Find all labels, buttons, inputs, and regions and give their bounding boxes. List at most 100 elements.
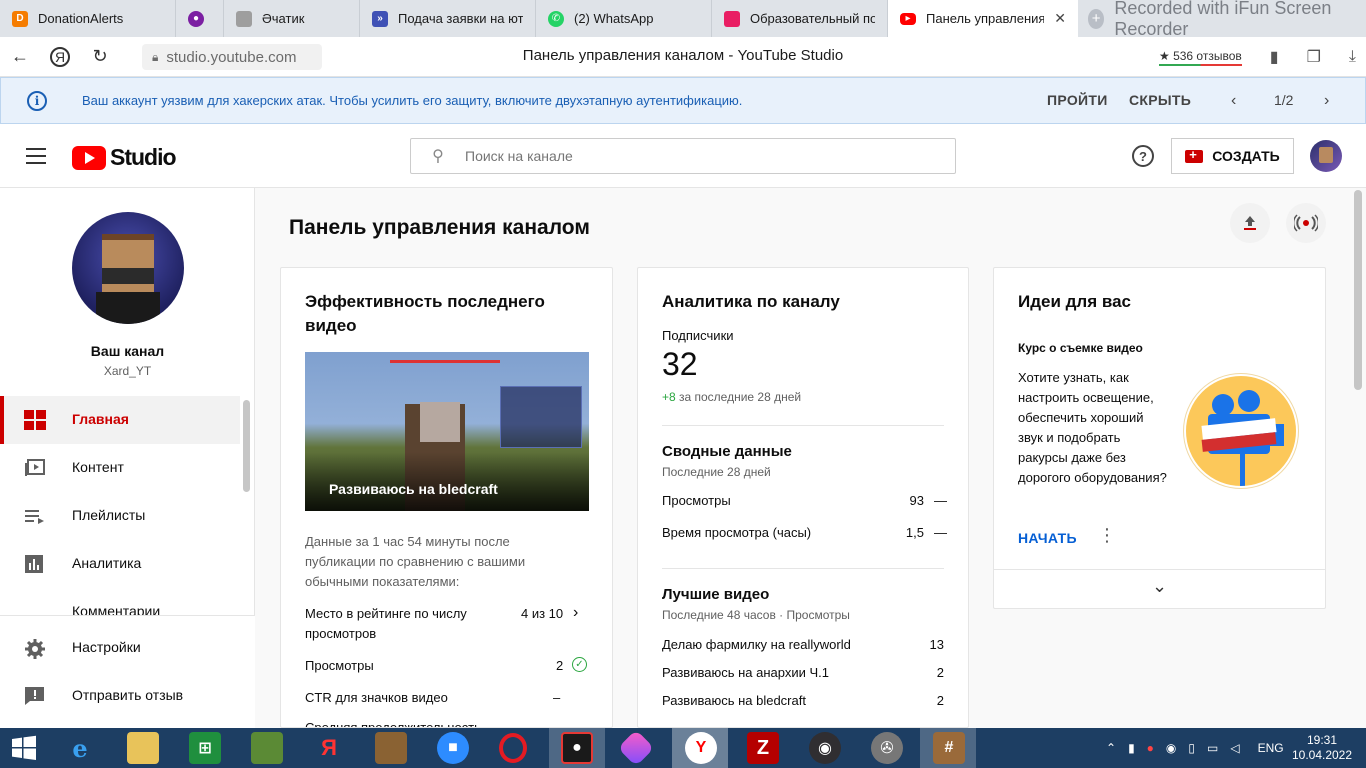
reload-icon[interactable]: ↻ (80, 37, 120, 77)
clock-time: 19:31 (1306, 733, 1338, 747)
youtube-logo-icon (72, 145, 106, 170)
page-scrollbar[interactable] (1354, 190, 1362, 390)
tab-application[interactable]: » Подача заявки на юту (360, 0, 536, 37)
avg-duration-label: Средняя продолжительность (305, 720, 481, 728)
game-launcher-icon[interactable] (375, 732, 407, 764)
volume-icon[interactable]: ◁ (1230, 741, 1239, 755)
menu-icon[interactable] (26, 148, 46, 164)
rank-label: Место в рейтинге по числу просмотров (305, 606, 467, 641)
dashboard-icon (24, 410, 46, 430)
avatar[interactable] (1310, 140, 1342, 172)
filezilla-icon[interactable]: Z (747, 732, 779, 764)
top-video-views: 13 (929, 637, 944, 652)
tab-donationalerts[interactable]: D DonationAlerts (0, 0, 176, 37)
start-course-button[interactable]: НАЧАТЬ (1018, 530, 1077, 546)
edu-icon (724, 10, 740, 27)
whatsapp-icon: ✆ (548, 10, 564, 27)
youtube-icon: ▸ (900, 12, 916, 25)
new-tab-area: + Recorded with iFun Screen Recorder (1078, 0, 1366, 39)
bookmark-icon[interactable]: ▮ (1270, 47, 1279, 67)
tab-youtube-studio[interactable]: ▸ Панель управления ✕ (888, 0, 1078, 37)
channel-avatar[interactable] (72, 212, 184, 324)
chevron-right-icon[interactable]: › (573, 604, 578, 622)
search-box: ⚲ (410, 138, 956, 174)
sidebar-scrollbar[interactable] (243, 400, 250, 492)
windows-start-icon[interactable] (8, 732, 40, 764)
top-video-title[interactable]: Делаю фармилку на reallyworld (662, 637, 851, 652)
banner-go-button[interactable]: ПРОЙТИ (1047, 92, 1108, 108)
search-input[interactable] (465, 148, 955, 164)
minecraft-icon[interactable] (251, 732, 283, 764)
tab-label: Панель управления (926, 11, 1045, 26)
sidebar-item-label: Плейлисты (72, 507, 146, 523)
thumbnail-title: Развиваюсь на bledcraft (329, 481, 498, 497)
chevron-left-icon[interactable]: ‹ (1231, 92, 1236, 110)
tab-label: Образовательный пор (750, 11, 875, 26)
yandex-browser-icon[interactable]: Я (313, 732, 345, 764)
top-video-title[interactable]: Развиваюсь на анархии Ч.1 (662, 665, 829, 680)
obs-icon[interactable]: ◉ (809, 732, 841, 764)
network-icon[interactable]: ▮ (1128, 741, 1135, 755)
close-icon[interactable]: ✕ (1054, 10, 1066, 27)
top-videos-title: Лучшие видео (662, 586, 770, 603)
new-tab-button[interactable]: + (1088, 8, 1105, 29)
sidebar-item-content[interactable]: Контент (0, 444, 240, 492)
tab-chat[interactable]: Әчатик (224, 0, 360, 37)
tray-app-icon[interactable]: ◉ (1166, 741, 1176, 755)
recorder-tray-icon[interactable]: ● (1147, 741, 1154, 755)
zoom-icon[interactable]: ■ (437, 732, 469, 764)
yandex-icon[interactable]: Y (685, 732, 717, 764)
create-button[interactable]: СОЗДАТЬ (1171, 138, 1294, 174)
studio-logo[interactable]: Studio (72, 144, 177, 171)
sidebar-item-dashboard[interactable]: Главная (0, 396, 240, 444)
sidebar-item-playlists[interactable]: Плейлисты (0, 492, 240, 540)
tab-whatsapp[interactable]: ✆ (2) WhatsApp (536, 0, 712, 37)
gem-app-icon[interactable] (617, 729, 655, 767)
video-thumbnail[interactable]: Развиваюсь на bledcraft (305, 352, 589, 511)
opera-icon[interactable] (499, 733, 527, 763)
file-explorer-icon[interactable] (127, 732, 159, 764)
sidebar-item-label: Настройки (72, 639, 141, 655)
sidebar-item-settings[interactable]: Настройки (0, 624, 240, 672)
reviews-badge[interactable]: ★ 536 отзывов (1158, 48, 1242, 66)
url-field[interactable]: 🔒︎ studio.youtube.com (142, 44, 322, 70)
sidebar-item-label: Контент (72, 459, 124, 475)
upload-icon (1244, 216, 1256, 230)
info-icon: i (27, 91, 47, 111)
excel-icon[interactable]: ⊞ (189, 732, 221, 764)
battery-icon[interactable]: ▯ (1188, 741, 1195, 755)
taskbar-clock[interactable]: 19:31 10.04.2022 (1290, 733, 1354, 763)
crafting-table-icon[interactable]: # (933, 732, 965, 764)
studio-header: Studio ⚲ ? СОЗДАТЬ (0, 124, 1366, 188)
sidebar-item-analytics[interactable]: Аналитика (0, 540, 240, 588)
monitor-icon[interactable]: ▭ (1207, 741, 1218, 755)
back-arrow-icon[interactable]: ← (0, 37, 40, 77)
chevron-right-icon[interactable]: › (1324, 92, 1329, 110)
summary-watchtime-value: 1,5 (905, 525, 924, 540)
sidebar-item-feedback[interactable]: Отправить отзыв (0, 672, 240, 720)
film-reel-icon[interactable]: ✇ (871, 732, 903, 764)
yandex-icon[interactable]: Я (40, 37, 80, 77)
banner-hide-button[interactable]: СКРЫТЬ (1129, 92, 1191, 108)
chevron-up-icon[interactable]: ⌃ (1106, 741, 1116, 755)
upload-button[interactable] (1230, 203, 1270, 243)
tab-education[interactable]: Образовательный пор (712, 0, 888, 37)
sidebar-item-comments[interactable]: Комментарии (0, 588, 240, 615)
chevron-down-icon[interactable]: ⌄ (1152, 576, 1167, 597)
language-indicator[interactable]: ENG (1258, 741, 1284, 755)
help-icon[interactable]: ? (1132, 145, 1154, 167)
live-button[interactable] (1286, 203, 1326, 243)
download-icon[interactable]: ⤓ (1349, 48, 1356, 66)
search-icon[interactable]: ⚲ (411, 146, 465, 166)
course-title: Курс о съемке видео (1018, 341, 1143, 355)
sidebar-item-label: Отправить отзыв (72, 687, 184, 703)
subscribers-count: 32 (662, 346, 698, 382)
lock-icon: 🔒︎ (152, 49, 159, 64)
internet-explorer-icon[interactable]: e (64, 732, 96, 764)
top-video-title[interactable]: Развиваюсь на bledcraft (662, 693, 806, 708)
extensions-icon[interactable]: ❐ (1307, 47, 1321, 67)
tab-recorder[interactable]: ● (176, 0, 224, 37)
more-vert-icon[interactable]: ⋮ (1098, 526, 1116, 544)
logo-text: Studio (110, 144, 177, 170)
screen-recorder-icon[interactable]: ● (561, 732, 593, 764)
